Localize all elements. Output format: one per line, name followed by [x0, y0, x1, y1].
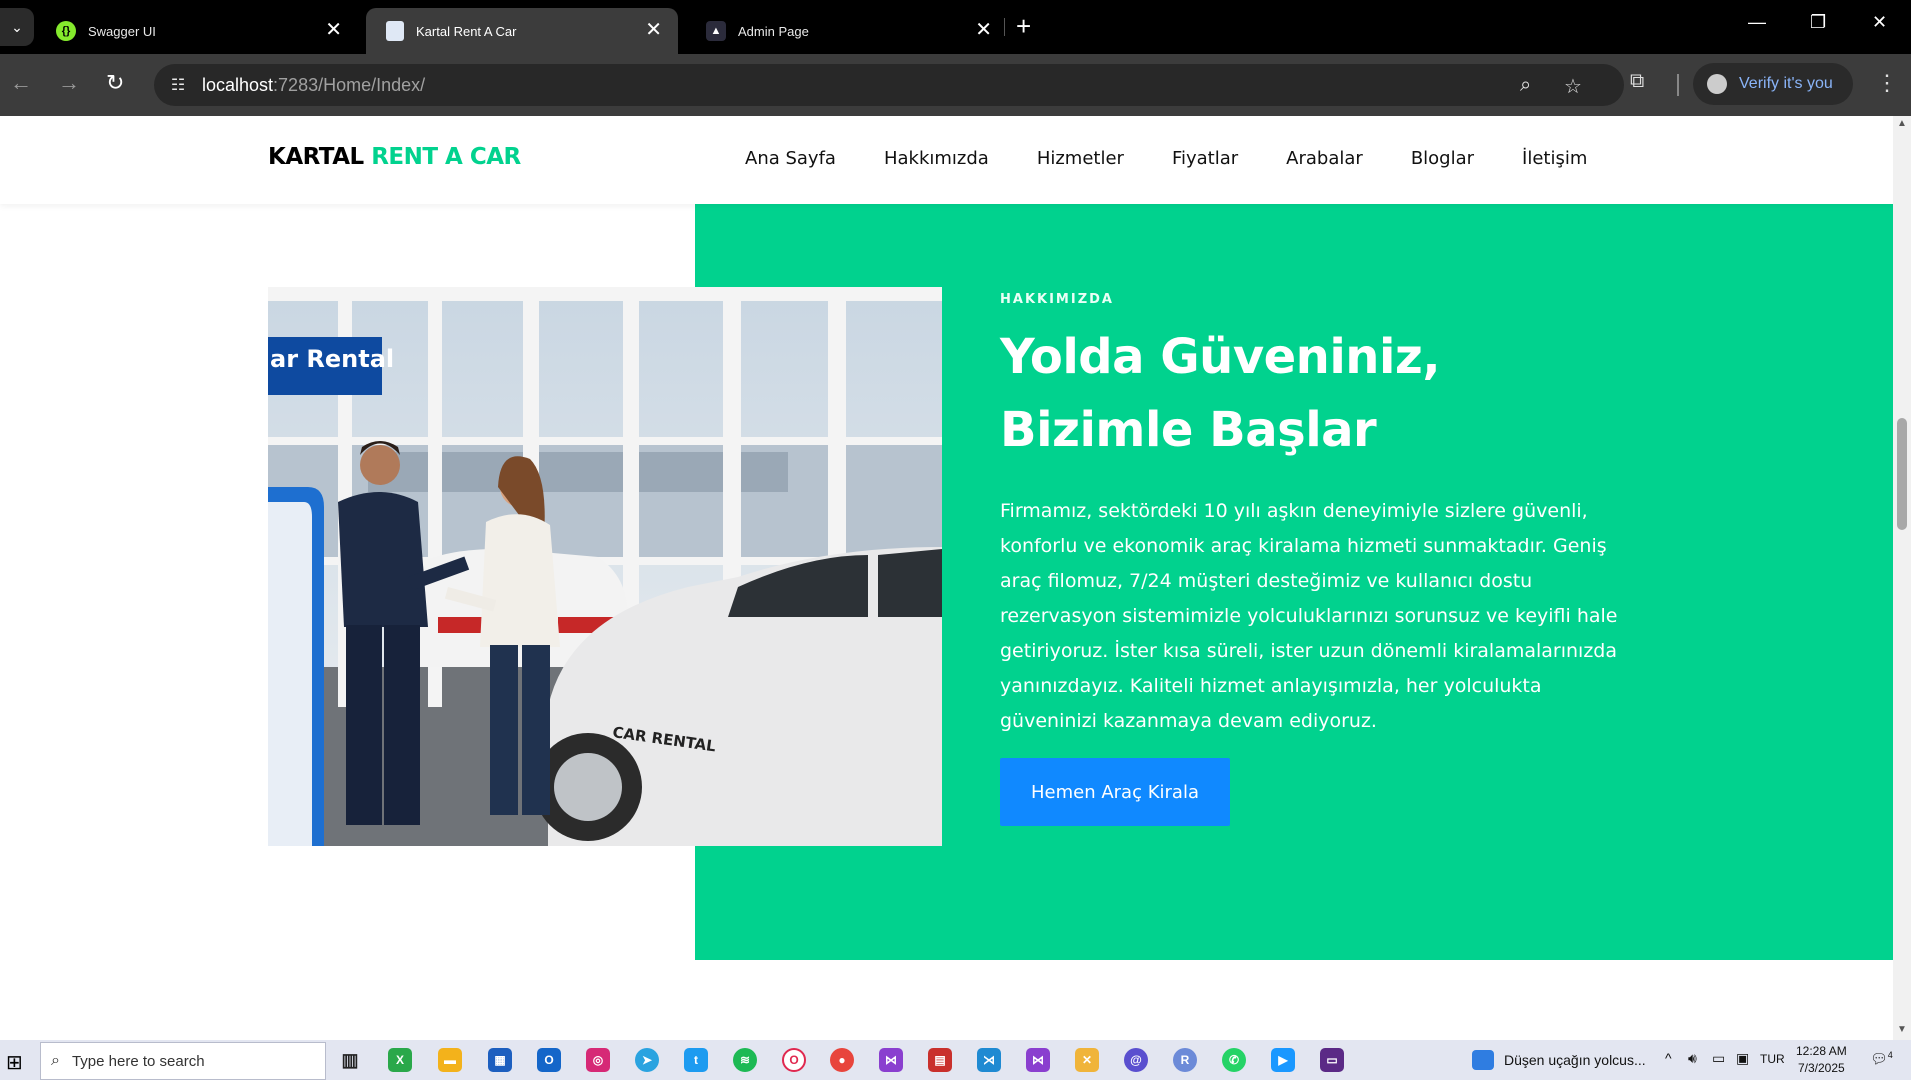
instagram-icon[interactable]: ◎ [586, 1048, 610, 1072]
nav-item-hizmetler[interactable]: Hizmetler [1037, 148, 1124, 169]
window-close-button[interactable]: ✕ [1872, 12, 1887, 33]
sign-text: ar Rental [270, 345, 394, 373]
site-logo[interactable]: KARTAL RENT A CAR [268, 144, 521, 170]
system-clock[interactable]: 12:28 AM 7/3/2025 [1796, 1043, 1847, 1077]
minimize-button[interactable]: — [1748, 12, 1766, 33]
triangle-logo-icon: ▲ [706, 21, 726, 41]
section-eyebrow: HAKKIMIZDA [1000, 292, 1114, 307]
windows-start-icon[interactable]: ⊞ [6, 1050, 23, 1075]
spotify-icon[interactable]: ≋ [733, 1048, 757, 1072]
clock-time: 12:28 AM [1796, 1044, 1847, 1058]
rent-car-button[interactable]: Hemen Araç Kirala [1000, 758, 1230, 826]
forward-button[interactable]: → [58, 70, 80, 96]
browser-toolbar: ← → ↻ ☷ localhost:7283/Home/Index/ ⌕ ☆ ⧉… [0, 54, 1911, 116]
page-scrollbar[interactable]: ▲ ▼ [1893, 116, 1911, 1040]
opera-icon[interactable]: O [782, 1048, 806, 1072]
nav-item-bloglar[interactable]: Bloglar [1411, 148, 1474, 169]
zoom-icon[interactable]: ⌕ [1520, 74, 1531, 97]
bookmark-star-icon[interactable]: ☆ [1564, 74, 1582, 99]
search-icon: ⌕ [51, 1052, 60, 1069]
tab-title: Admin Page [738, 23, 809, 39]
visual-studio-icon[interactable]: ⋈ [879, 1048, 903, 1072]
tab-divider [1004, 18, 1005, 36]
prime-video-icon[interactable]: ▶ [1271, 1048, 1295, 1072]
page-viewport: KARTAL RENT A CAR Ana Sayfa Hakkımızda H… [0, 116, 1893, 1040]
nav-item-fiyatlar[interactable]: Fiyatlar [1172, 148, 1238, 169]
nav-item-hakkimizda[interactable]: Hakkımızda [884, 148, 989, 169]
scrollbar-thumb[interactable] [1897, 418, 1907, 530]
extensions-icon[interactable]: ⧉ [1630, 70, 1644, 93]
task-view-icon[interactable]: ▥ [338, 1048, 362, 1072]
vscode-icon[interactable]: ⋊ [977, 1048, 1001, 1072]
new-tab-button[interactable]: + [1016, 12, 1031, 40]
close-icon[interactable]: ✕ [975, 20, 992, 40]
plus-icon: + [1016, 11, 1032, 41]
windows-taskbar: ⊞ ⌕ Type here to search ▥ X ▬ ▦ O ◎ ➤ t … [0, 1040, 1911, 1080]
close-icon[interactable]: ✕ [325, 20, 342, 40]
profile-button[interactable]: Verify it's you [1693, 63, 1853, 105]
tab-kartal-rent-a-car[interactable]: Kartal Rent A Car ✕ [366, 8, 678, 54]
tab-admin-page[interactable]: ▲ Admin Page ✕ [686, 8, 1008, 54]
browser-tab-bar: ⌄ {} Swagger UI ✕ Kartal Rent A Car ✕ ▲ … [0, 0, 1911, 54]
visual-studio-alt-icon[interactable]: ⋈ [1026, 1048, 1050, 1072]
clock-date: 7/3/2025 [1797, 1061, 1845, 1075]
xbox-icon[interactable]: X [388, 1048, 412, 1072]
file-explorer-icon[interactable]: ▬ [438, 1048, 462, 1072]
restore-button[interactable]: ❐ [1810, 12, 1826, 33]
notifications-icon[interactable]: 💬︎4 [1870, 1050, 1893, 1068]
terminal-icon[interactable]: ▭ [1320, 1048, 1344, 1072]
r-app-icon[interactable]: R [1173, 1048, 1197, 1072]
back-button[interactable]: ← [10, 70, 32, 96]
news-widget[interactable]: Düşen uçağın yolcus... [1472, 1050, 1646, 1070]
language-indicator[interactable]: TUR [1760, 1052, 1785, 1066]
battery-icon[interactable]: ▭ [1712, 1050, 1725, 1067]
avatar [1707, 74, 1727, 94]
main-menu: Ana Sayfa Hakkımızda Hizmetler Fiyatlar … [745, 148, 1587, 169]
section-description: Firmamız, sektördeki 10 yılı aşkın deney… [1000, 500, 1618, 732]
search-placeholder: Type here to search [71, 1052, 205, 1070]
section-title: Yolda Güveniniz, Bizimle Başlar [1000, 329, 1441, 458]
nav-item-arabalar[interactable]: Arabalar [1286, 148, 1363, 169]
toolbar-divider [1677, 74, 1679, 96]
tab-search-button[interactable]: ⌄ [0, 8, 34, 46]
more-menu-icon[interactable]: ⋮ [1876, 70, 1898, 96]
network-icon[interactable]: ▣ [1736, 1050, 1749, 1067]
telegram-icon[interactable]: ➤ [635, 1048, 659, 1072]
outlook-icon[interactable]: O [537, 1048, 561, 1072]
reload-button[interactable]: ↻ [106, 70, 124, 96]
weather-news-icon [1472, 1050, 1494, 1070]
twitter-icon[interactable]: t [684, 1048, 708, 1072]
tab-title: Swagger UI [88, 23, 156, 39]
profile-label: Verify it's you [1739, 75, 1833, 92]
news-text: Düşen uçağın yolcus... [1504, 1052, 1646, 1068]
document-icon [386, 21, 404, 41]
swagger-icon: {} [56, 21, 76, 41]
toolbox-icon[interactable]: ▤ [928, 1048, 952, 1072]
app-swirl-icon[interactable]: @ [1124, 1048, 1148, 1072]
tab-title: Kartal Rent A Car [416, 23, 517, 39]
nav-item-ana-sayfa[interactable]: Ana Sayfa [745, 148, 836, 169]
url-text[interactable]: localhost:7283/Home/Index/ [202, 75, 425, 96]
tray-expand-icon[interactable]: ^ [1665, 1050, 1672, 1066]
site-navbar: KARTAL RENT A CAR Ana Sayfa Hakkımızda H… [0, 116, 1893, 204]
about-image: ar Rental CAR RENTAL [268, 287, 942, 846]
tools-icon[interactable]: ✕ [1075, 1048, 1099, 1072]
microsoft-store-icon[interactable]: ▦ [488, 1048, 512, 1072]
tab-swagger[interactable]: {} Swagger UI ✕ [36, 8, 358, 54]
whatsapp-icon[interactable]: ✆ [1222, 1048, 1246, 1072]
scroll-down-icon[interactable]: ▼ [1897, 1024, 1907, 1035]
address-bar[interactable]: ☷ localhost:7283/Home/Index/ ⌕ ☆ [154, 64, 1624, 106]
scroll-up-icon[interactable]: ▲ [1897, 118, 1907, 129]
chevron-down-icon: ⌄ [11, 18, 23, 35]
chrome-icon[interactable]: ● [830, 1048, 854, 1072]
close-icon[interactable]: ✕ [645, 20, 662, 40]
nav-item-iletisim[interactable]: İletişim [1522, 148, 1587, 169]
taskbar-search[interactable]: ⌕ Type here to search [40, 1042, 326, 1080]
notification-count: 4 [1887, 1050, 1893, 1060]
volume-icon[interactable]: 🔊︎ [1688, 1050, 1697, 1067]
site-settings-icon[interactable]: ☷ [166, 74, 190, 96]
